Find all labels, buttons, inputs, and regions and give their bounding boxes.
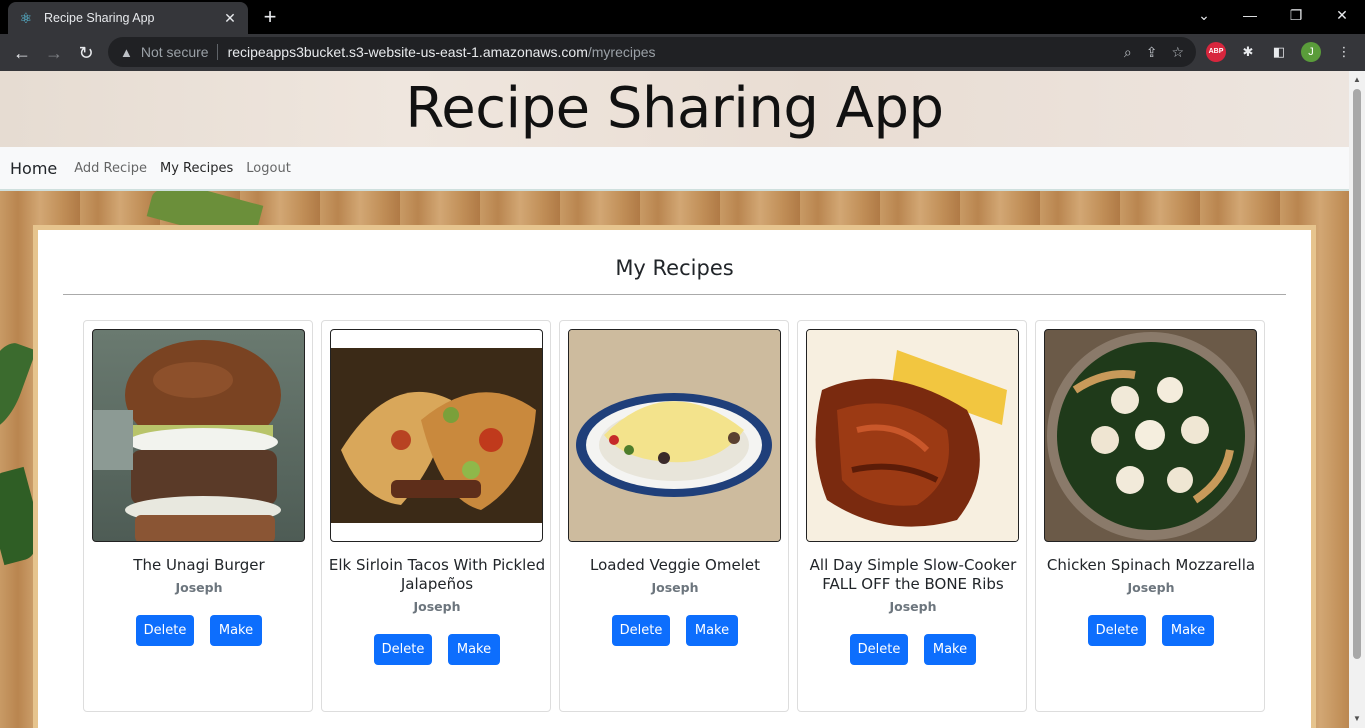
- scrollbar[interactable]: ▲ ▼: [1349, 71, 1365, 728]
- make-button[interactable]: Make: [686, 615, 738, 646]
- site-header: Recipe Sharing App: [0, 71, 1349, 147]
- address-bar[interactable]: ▲ Not secure recipeapps3bucket.s3-websit…: [108, 37, 1196, 67]
- recipe-info: Chicken Spinach Mozzarella Joseph Delete…: [1042, 556, 1260, 646]
- recipe-card: The Unagi Burger Joseph Delete Make: [83, 320, 313, 712]
- recipe-author: Joseph: [1127, 580, 1175, 595]
- back-icon[interactable]: ←: [8, 39, 36, 67]
- divider: [216, 44, 218, 60]
- recipe-name[interactable]: The Unagi Burger: [90, 556, 308, 575]
- forward-icon[interactable]: →: [40, 39, 68, 67]
- menu-kebab-icon[interactable]: ⋮: [1334, 42, 1354, 62]
- make-button[interactable]: Make: [210, 615, 262, 646]
- scrollbar-thumb[interactable]: [1353, 89, 1361, 659]
- recipe-card: Chicken Spinach Mozzarella Joseph Delete…: [1035, 320, 1265, 712]
- recipe-image[interactable]: [330, 329, 543, 542]
- warning-icon: ▲: [120, 44, 133, 60]
- window-close-icon[interactable]: ✕: [1319, 0, 1365, 30]
- delete-button[interactable]: Delete: [850, 634, 908, 665]
- recipe-image[interactable]: [568, 329, 781, 542]
- nav-logout-link[interactable]: Logout: [246, 161, 291, 176]
- my-recipes-panel: My Recipes The Unagi Burger Joseph Delet…: [33, 225, 1316, 728]
- browser-tab[interactable]: ⚛ Recipe Sharing App ✕: [8, 2, 248, 34]
- new-tab-icon[interactable]: +: [258, 5, 282, 29]
- recipe-info: All Day Simple Slow-Cooker FALL OFF the …: [804, 556, 1022, 665]
- page: Recipe Sharing App Home Add Recipe My Re…: [0, 71, 1349, 728]
- recipe-name[interactable]: Loaded Veggie Omelet: [566, 556, 784, 575]
- url-path: /myrecipes: [587, 44, 656, 60]
- tab-title: Recipe Sharing App: [44, 11, 155, 25]
- reload-icon[interactable]: ↻: [72, 39, 100, 67]
- recipe-info: Elk Sirloin Tacos With Pickled Jalapeños…: [328, 556, 546, 665]
- recipe-info: The Unagi Burger Joseph Delete Make: [90, 556, 308, 646]
- scroll-down-icon[interactable]: ▼: [1349, 712, 1365, 726]
- recipe-card: All Day Simple Slow-Cooker FALL OFF the …: [797, 320, 1027, 712]
- make-button[interactable]: Make: [1162, 615, 1214, 646]
- nav-add-recipe-link[interactable]: Add Recipe: [74, 161, 147, 176]
- recipe-image[interactable]: [92, 329, 305, 542]
- extensions-icon[interactable]: ✱: [1238, 42, 1258, 62]
- nav-my-recipes-link[interactable]: My Recipes: [160, 161, 233, 176]
- react-icon: ⚛: [19, 10, 33, 26]
- divider: [63, 294, 1286, 295]
- browser-toolbar: ← → ↻ ▲ Not secure recipeapps3bucket.s3-…: [0, 34, 1365, 71]
- recipe-name[interactable]: Chicken Spinach Mozzarella: [1042, 556, 1260, 575]
- recipe-card: Loaded Veggie Omelet Joseph Delete Make: [559, 320, 789, 712]
- recipe-author: Joseph: [175, 580, 223, 595]
- zoom-icon[interactable]: ⌕: [1124, 44, 1132, 61]
- scroll-up-icon[interactable]: ▲: [1349, 73, 1365, 87]
- close-tab-icon[interactable]: ✕: [222, 10, 238, 26]
- recipe-name[interactable]: All Day Simple Slow-Cooker FALL OFF the …: [804, 556, 1022, 594]
- share-icon[interactable]: ⇪: [1146, 44, 1158, 61]
- adblock-icon[interactable]: ABP: [1206, 42, 1226, 62]
- recipe-image[interactable]: [806, 329, 1019, 542]
- page-title: My Recipes: [615, 256, 734, 280]
- site-title: Recipe Sharing App: [405, 76, 944, 141]
- recipe-image[interactable]: [1044, 329, 1257, 542]
- url-host: recipeapps3bucket.s3-website-us-east-1.a…: [227, 44, 588, 60]
- recipe-name[interactable]: Elk Sirloin Tacos With Pickled Jalapeños: [328, 556, 546, 594]
- recipe-card: Elk Sirloin Tacos With Pickled Jalapeños…: [321, 320, 551, 712]
- security-label: Not secure: [140, 44, 209, 60]
- restore-icon[interactable]: ❐: [1273, 0, 1319, 30]
- delete-button[interactable]: Delete: [136, 615, 194, 646]
- delete-button[interactable]: Delete: [1088, 615, 1146, 646]
- delete-button[interactable]: Delete: [374, 634, 432, 665]
- site-navbar: Home Add Recipe My Recipes Logout: [0, 147, 1349, 191]
- minimize-icon[interactable]: —: [1227, 0, 1273, 30]
- side-panel-icon[interactable]: ◧: [1269, 42, 1289, 62]
- leaf-decoration: [0, 336, 37, 436]
- recipe-info: Loaded Veggie Omelet Joseph Delete Make: [566, 556, 784, 646]
- recipe-author: Joseph: [413, 599, 461, 614]
- tab-search-icon[interactable]: ⌄: [1181, 0, 1227, 30]
- nav-home-link[interactable]: Home: [10, 159, 57, 178]
- browser-tab-bar: ⚛ Recipe Sharing App ✕ + ⌄ — ❐ ✕: [0, 0, 1365, 34]
- make-button[interactable]: Make: [924, 634, 976, 665]
- profile-avatar[interactable]: J: [1301, 42, 1321, 62]
- make-button[interactable]: Make: [448, 634, 500, 665]
- recipe-author: Joseph: [889, 599, 937, 614]
- recipe-author: Joseph: [651, 580, 699, 595]
- bookmark-star-icon[interactable]: ☆: [1171, 44, 1184, 61]
- delete-button[interactable]: Delete: [612, 615, 670, 646]
